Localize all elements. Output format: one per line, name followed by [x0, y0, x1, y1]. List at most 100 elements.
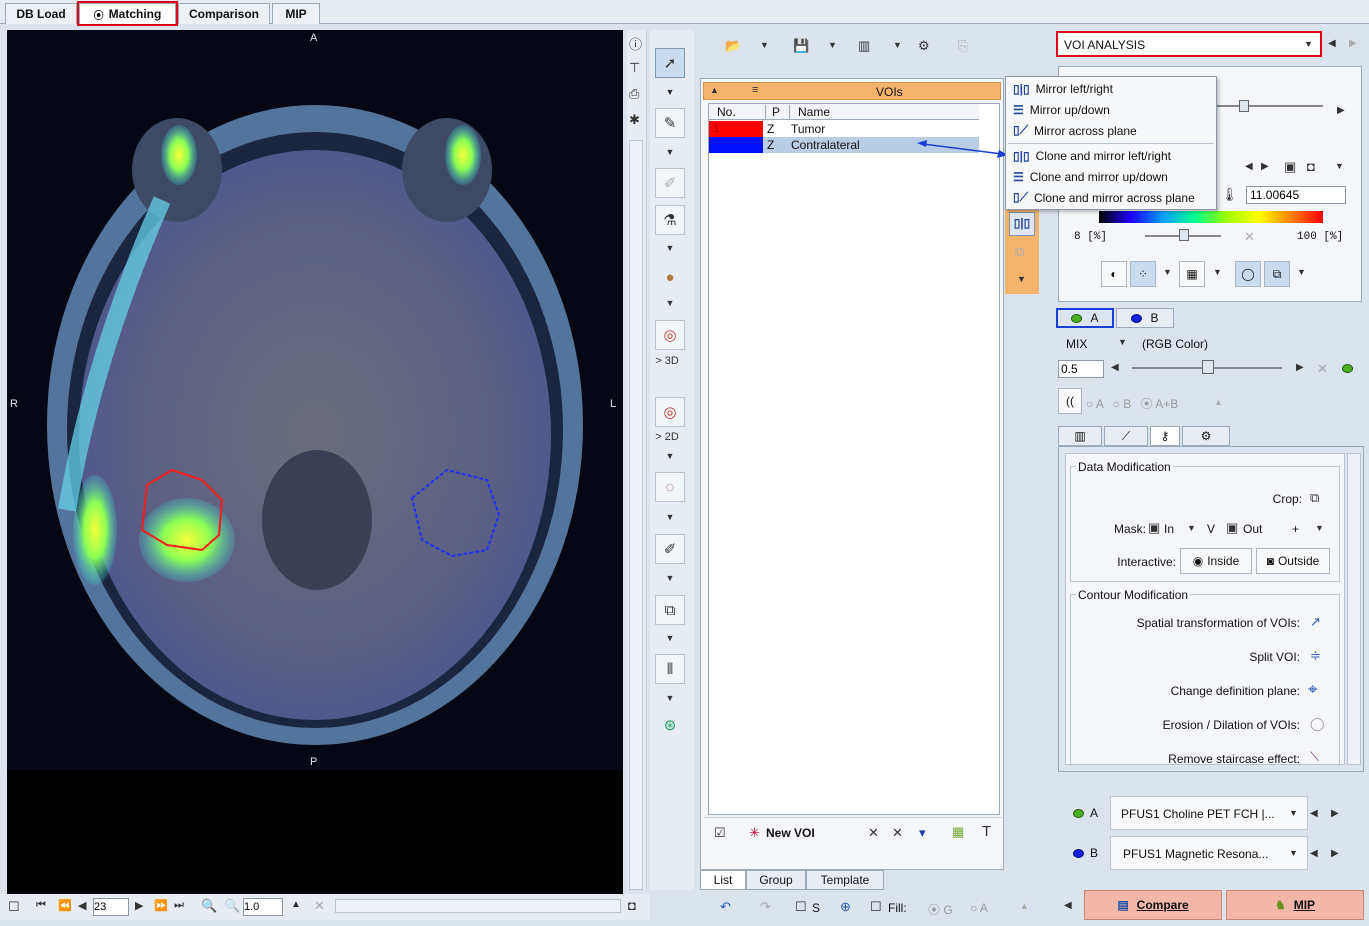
- chevron-down-icon[interactable]: ▼: [655, 298, 685, 308]
- sort-icon[interactable]: ≡: [752, 84, 758, 96]
- ellipse-tool-icon[interactable]: ◌: [655, 472, 685, 502]
- color-scale-bar[interactable]: [1099, 211, 1323, 223]
- chevron-down-icon[interactable]: ▼: [828, 40, 837, 50]
- draw-tool-icon[interactable]: ✎: [655, 108, 685, 138]
- contour-2d-icon[interactable]: ◎: [655, 397, 685, 427]
- prev-series-icon[interactable]: ◀: [1310, 808, 1318, 819]
- series-b-select[interactable]: PFUS1 Magnetic Resona... ▼: [1110, 836, 1308, 870]
- settings-tab-icon[interactable]: ⚙: [1182, 426, 1230, 446]
- prev-series-icon[interactable]: ◀: [1310, 848, 1318, 859]
- mix-value-input[interactable]: [1058, 360, 1104, 378]
- delete-icon[interactable]: ✕: [868, 825, 879, 841]
- check-all-icon[interactable]: ☑: [714, 825, 726, 841]
- series-b-tab[interactable]: B: [1116, 308, 1174, 328]
- vertical-scrollbar[interactable]: [629, 140, 643, 890]
- slice-input[interactable]: [93, 898, 129, 916]
- slice-scrollbar[interactable]: [335, 899, 621, 913]
- delete-all-icon[interactable]: ✕: [892, 825, 903, 841]
- first-slice-icon[interactable]: ⏮: [36, 899, 46, 912]
- green-down-icon[interactable]: ⊛: [655, 710, 685, 740]
- cube-icon[interactable]: ◘: [1307, 159, 1315, 174]
- chevron-down-icon[interactable]: ▼: [893, 40, 902, 50]
- next-series-icon[interactable]: ▶: [1331, 848, 1339, 859]
- new-voi-button[interactable]: New VOI: [766, 826, 815, 840]
- flask-tool-icon[interactable]: ⚗: [655, 205, 685, 235]
- chevron-down-icon[interactable]: ▼: [655, 451, 685, 461]
- tools-scrollbar[interactable]: [1347, 453, 1361, 765]
- step-left-icon[interactable]: ◀: [1245, 161, 1253, 172]
- next-slice-icon[interactable]: ▶: [135, 899, 143, 912]
- box-tool-icon[interactable]: ⧉: [655, 595, 685, 625]
- step-right-icon[interactable]: ▶: [1337, 105, 1345, 116]
- change-plane-icon[interactable]: ⌖: [1308, 680, 1318, 700]
- chevron-down-icon[interactable]: ▼: [655, 573, 685, 583]
- link-icon[interactable]: ◘: [628, 898, 636, 913]
- mirror-icon[interactable]: ▯|▯: [1009, 212, 1035, 236]
- chevron-down-icon[interactable]: ▼: [1335, 161, 1344, 171]
- menu-item-mirror-across-plane[interactable]: ▯⟋ Mirror across plane: [1006, 120, 1216, 141]
- mask-out-icon[interactable]: ▣: [1226, 520, 1238, 536]
- text-icon[interactable]: T: [982, 823, 991, 840]
- open-folder-icon[interactable]: 📂: [725, 38, 741, 54]
- radio-g[interactable]: ⦿ G: [928, 901, 953, 918]
- contour-3d-icon[interactable]: ◎: [655, 320, 685, 350]
- zoom-up-icon[interactable]: ▲: [291, 899, 301, 910]
- chevron-up-icon[interactable]: ▲: [1020, 901, 1029, 911]
- radio-a-bottom[interactable]: ○ A: [970, 901, 988, 915]
- step-left-icon[interactable]: ◀: [1111, 362, 1119, 373]
- slider-thumb[interactable]: [1239, 100, 1249, 112]
- chevron-down-icon[interactable]: ▼: [1297, 267, 1306, 277]
- s-checkbox-icon[interactable]: ☐: [795, 899, 807, 915]
- chevron-down-icon[interactable]: ▼: [655, 512, 685, 522]
- collapse-icon[interactable]: ▲: [710, 85, 719, 95]
- menu-item-mirror-left-right[interactable]: ▯|▯ Mirror left/right: [1006, 78, 1216, 99]
- sphere-tool-icon[interactable]: ●: [655, 262, 685, 292]
- radio-a[interactable]: ○ A: [1086, 397, 1103, 411]
- split-voi-icon[interactable]: ≑: [1310, 648, 1321, 664]
- chevron-down-icon[interactable]: ▼: [655, 633, 685, 643]
- histogram-tab-icon[interactable]: ▥: [1058, 426, 1102, 446]
- histogram-icon[interactable]: ▥: [858, 38, 870, 54]
- inside-button[interactable]: ◉ Inside: [1180, 548, 1252, 574]
- tools-tab-icon[interactable]: ⚷: [1150, 426, 1180, 446]
- save-icon[interactable]: 💾: [793, 38, 809, 54]
- pattern-icon[interactable]: ⁘: [1130, 261, 1156, 287]
- menu-item-clone-mirror-across-plane[interactable]: ▯⟋ Clone and mirror across plane: [1006, 187, 1216, 208]
- sync-icon[interactable]: ((: [1058, 388, 1082, 414]
- mix-slider-thumb[interactable]: [1202, 360, 1214, 374]
- mask-in-icon[interactable]: ▣: [1148, 520, 1160, 536]
- mirror-tool-icon[interactable]: ⫴: [655, 654, 685, 684]
- mode-dropdown[interactable]: VOI ANALYSIS ▼: [1056, 31, 1322, 57]
- staircase-icon[interactable]: ⟍: [1310, 749, 1319, 765]
- fill-checkbox-icon[interactable]: ☐: [870, 899, 882, 915]
- undo-icon[interactable]: ↶: [720, 899, 731, 915]
- erosion-dilation-icon[interactable]: ◯: [1310, 716, 1325, 732]
- value-field[interactable]: [1246, 186, 1346, 204]
- close-icon[interactable]: ✕: [1244, 229, 1255, 245]
- menu-item-clone-mirror-up-down[interactable]: ☰ Clone and mirror up/down: [1006, 166, 1216, 187]
- image-viewer[interactable]: A P R L: [7, 30, 623, 894]
- table-row[interactable]: 1 Z Tumor: [709, 121, 979, 137]
- zoom-out-icon[interactable]: 🔍: [224, 898, 240, 914]
- tab-mip[interactable]: MIP: [272, 3, 320, 24]
- chevron-down-icon[interactable]: ▼: [655, 243, 685, 253]
- voi-stats-icon[interactable]: ▾: [919, 825, 926, 841]
- series-a-select[interactable]: PFUS1 Choline PET FCH |... ▼: [1110, 796, 1308, 830]
- new-voi-icon[interactable]: ✳: [749, 825, 760, 841]
- zoom-input[interactable]: [243, 898, 283, 916]
- spatial-transform-icon[interactable]: ↗: [1310, 614, 1321, 630]
- thermometer-icon[interactable]: 🌡: [1221, 187, 1238, 203]
- prev-slice-icon[interactable]: ◀: [78, 899, 86, 912]
- collapse-left-icon[interactable]: ◀: [1064, 900, 1072, 911]
- chevron-down-icon[interactable]: ▼: [760, 40, 769, 50]
- lut-slider-thumb[interactable]: [1179, 229, 1189, 241]
- tab-template[interactable]: Template: [806, 870, 884, 890]
- step-right-icon[interactable]: ▶: [1261, 161, 1269, 172]
- grid-overlay-icon[interactable]: ▦: [1179, 261, 1205, 287]
- outside-button[interactable]: ◙ Outside: [1256, 548, 1330, 574]
- chevron-down-icon[interactable]: ▼: [655, 693, 685, 703]
- chevron-down-icon[interactable]: ▼: [1118, 337, 1127, 347]
- pin-icon[interactable]: ⊕: [840, 899, 851, 915]
- radio-ab[interactable]: ⦿ A+B: [1141, 397, 1179, 411]
- mip-button[interactable]: ♞ MIP: [1226, 890, 1364, 920]
